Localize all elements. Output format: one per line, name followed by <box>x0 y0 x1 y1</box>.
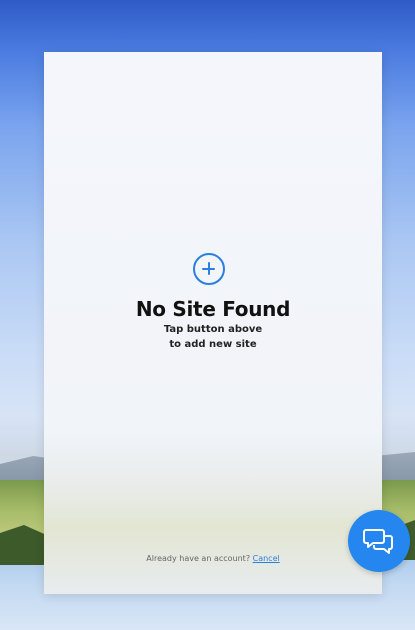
chat-bubbles-icon <box>363 529 393 554</box>
empty-state-hint: Tap button above <box>163 324 263 335</box>
account-footer: Already have an account? Cancel <box>44 554 382 563</box>
account-prompt: Already have an account? <box>146 554 251 563</box>
cancel-link[interactable]: Cancel <box>253 554 280 563</box>
chat-button[interactable] <box>348 510 410 572</box>
site-list-card <box>44 52 382 594</box>
empty-state-title: No Site Found <box>135 297 291 321</box>
empty-state-hint: to add new site <box>169 339 257 350</box>
add-site-icon[interactable] <box>193 253 225 285</box>
